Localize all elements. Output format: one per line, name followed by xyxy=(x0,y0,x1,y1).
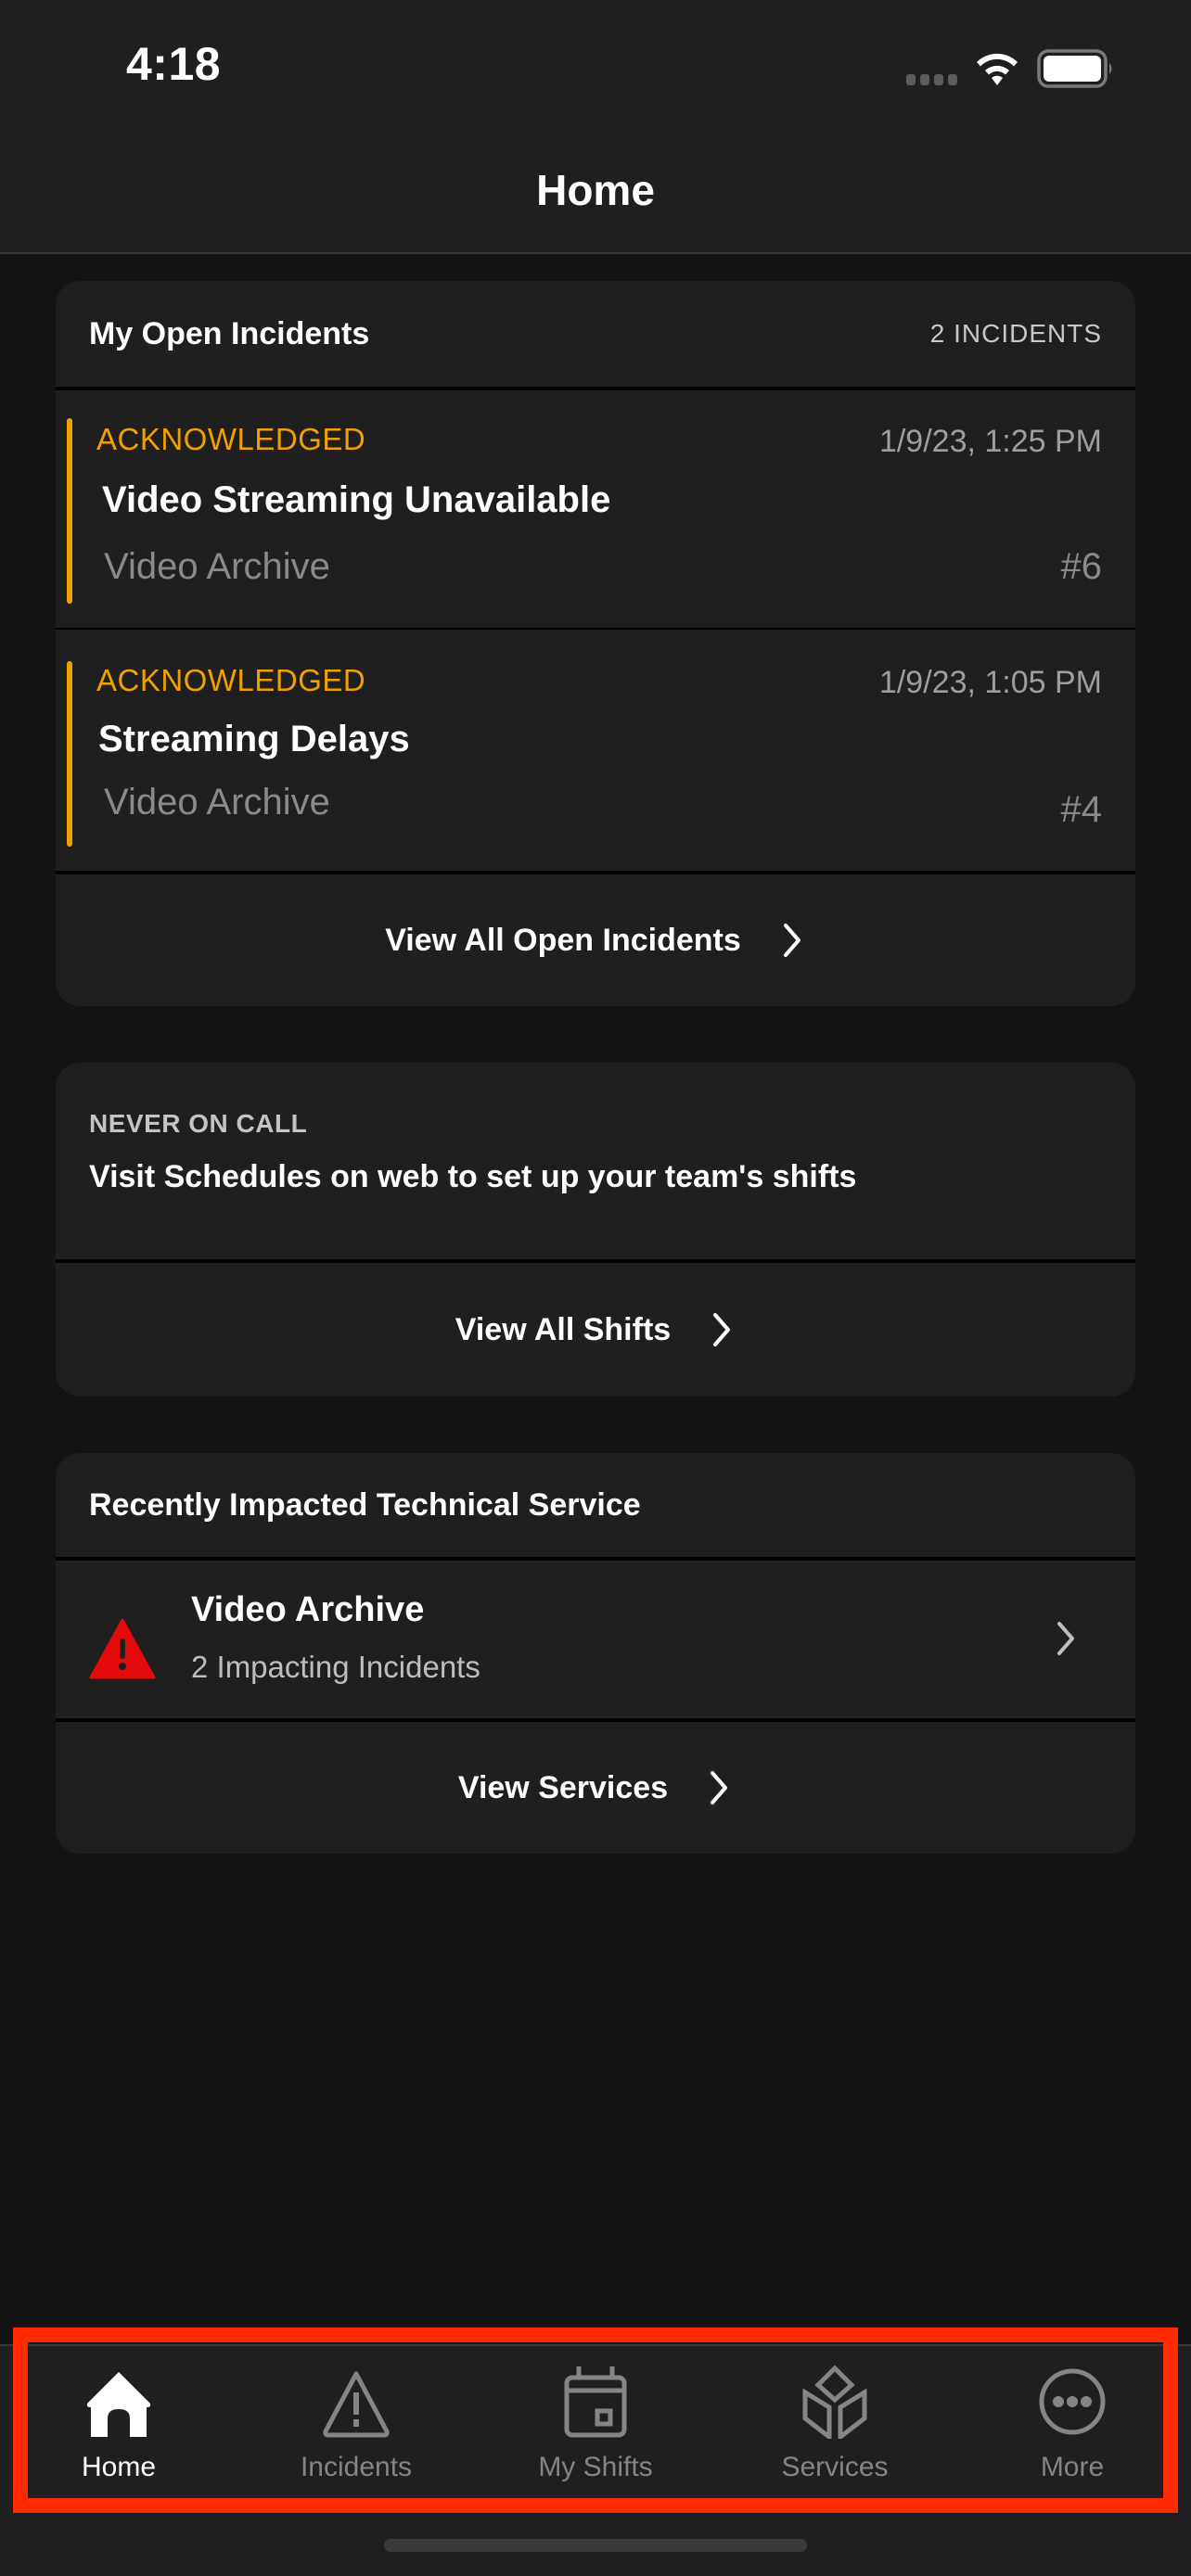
home-icon xyxy=(86,2372,151,2437)
incident-title: Streaming Delays xyxy=(98,719,410,759)
impacted-service-title: Recently Impacted Technical Service xyxy=(89,1486,641,1523)
incident-timestamp: 1/9/23, 1:25 PM xyxy=(878,424,1102,459)
on-call-info: NEVER ON CALL Visit Schedules on web to … xyxy=(56,1063,1135,1259)
tab-my-shifts-label: My Shifts xyxy=(538,2452,653,2482)
incident-timestamp: 1/9/23, 1:05 PM xyxy=(878,665,1102,700)
incident-title: Video Streaming Unavailable xyxy=(102,479,611,520)
chevron-right-icon xyxy=(713,1313,731,1346)
open-incidents-header: My Open Incidents 2 INCIDENTS xyxy=(56,281,1135,387)
signal-dots-icon xyxy=(906,74,957,85)
on-call-message: Visit Schedules on web to set up your te… xyxy=(89,1159,857,1194)
service-row-video-archive[interactable]: Video Archive 2 Impacting Incidents xyxy=(56,1561,1135,1718)
incident-status: ACKNOWLEDGED xyxy=(96,663,366,697)
chevron-right-icon xyxy=(1057,1622,1074,1655)
status-icons xyxy=(906,48,1115,89)
home-indicator[interactable] xyxy=(384,2539,807,2552)
incident-number: #6 xyxy=(1060,546,1103,587)
navigation-bar: Home xyxy=(0,139,1191,254)
incident-service: Video Archive xyxy=(104,546,330,587)
tab-incidents-label: Incidents xyxy=(300,2452,413,2482)
tab-more[interactable]: More xyxy=(980,2365,1165,2504)
impacted-service-card: Recently Impacted Technical Service Vide… xyxy=(56,1453,1135,1854)
view-services-button[interactable]: View Services xyxy=(56,1722,1135,1854)
view-all-open-incidents-button[interactable]: View All Open Incidents xyxy=(56,874,1135,1006)
open-incidents-card: My Open Incidents 2 INCIDENTS ACKNOWLEDG… xyxy=(56,281,1135,1006)
page-title: Home xyxy=(536,166,655,214)
status-bar-indicator xyxy=(67,661,72,847)
chevron-right-icon xyxy=(783,924,800,957)
status-bar-indicator xyxy=(67,418,72,604)
view-all-shifts-button[interactable]: View All Shifts xyxy=(56,1263,1135,1396)
warning-triangle-icon xyxy=(323,2371,390,2438)
tab-home-label: Home xyxy=(81,2452,157,2482)
calendar-icon xyxy=(564,2366,627,2438)
tab-home[interactable]: Home xyxy=(26,2365,211,2504)
cube-icon xyxy=(802,2365,867,2439)
open-incidents-title: My Open Incidents xyxy=(89,315,370,351)
incident-row[interactable]: ACKNOWLEDGED 1/9/23, 1:05 PM Streaming D… xyxy=(56,630,1135,871)
impacted-service-header: Recently Impacted Technical Service xyxy=(56,1453,1135,1557)
warning-icon xyxy=(89,1618,156,1679)
service-impacting-count: 2 Impacting Incidents xyxy=(191,1650,480,1684)
on-call-status: NEVER ON CALL xyxy=(89,1109,308,1138)
incident-row[interactable]: ACKNOWLEDGED 1/9/23, 1:25 PM Video Strea… xyxy=(56,390,1135,628)
service-name: Video Archive xyxy=(191,1590,425,1629)
wifi-icon xyxy=(977,53,1018,85)
incident-count: 2 INCIDENTS xyxy=(929,319,1102,348)
more-circle-icon xyxy=(1039,2368,1106,2435)
status-time: 4:18 xyxy=(126,38,222,90)
on-call-card: NEVER ON CALL Visit Schedules on web to … xyxy=(56,1063,1135,1396)
incident-service: Video Archive xyxy=(104,782,330,823)
incident-number: #4 xyxy=(1060,789,1103,830)
tab-services-label: Services xyxy=(781,2452,889,2482)
tab-my-shifts[interactable]: My Shifts xyxy=(503,2365,688,2504)
tab-more-label: More xyxy=(1040,2452,1105,2482)
tab-incidents[interactable]: Incidents xyxy=(263,2365,449,2504)
view-services-label: View Services xyxy=(457,1769,669,1805)
status-bar: 4:18 xyxy=(0,0,1191,139)
tab-services[interactable]: Services xyxy=(742,2365,928,2504)
incident-status: ACKNOWLEDGED xyxy=(96,422,366,456)
battery-icon xyxy=(1037,49,1112,88)
view-all-shifts-label: View All Shifts xyxy=(455,1311,672,1347)
view-all-open-incidents-label: View All Open Incidents xyxy=(385,922,741,958)
chevron-right-icon xyxy=(711,1771,728,1804)
